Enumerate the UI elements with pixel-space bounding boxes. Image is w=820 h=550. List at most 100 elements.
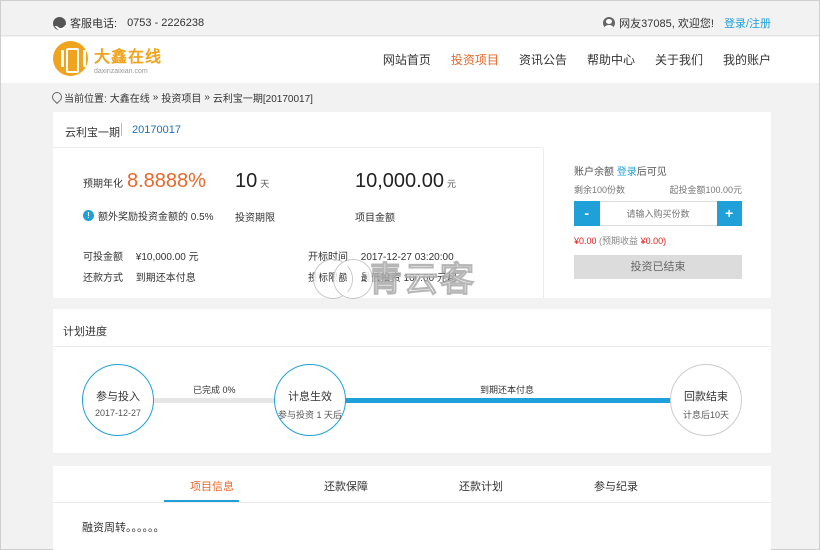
- shares-input[interactable]: [599, 201, 717, 226]
- top-bar: 客服电话: 0753 - 2226238 网友37085, 欢迎您! 登录/注册: [1, 1, 819, 36]
- plan-divider: [53, 346, 771, 347]
- start-value: 2017-12-27 03:20:00: [360, 252, 454, 263]
- step-title: 回款结束: [684, 391, 728, 403]
- step-invest: 参与投入 2017-12-27: [82, 364, 154, 436]
- breadcrumb: 当前位置: 大鑫在线 » 投资项目 » 云利宝一期[20170017]: [52, 90, 316, 105]
- nav-my-account[interactable]: 我的账户: [723, 51, 771, 68]
- login-link[interactable]: 登录: [724, 18, 746, 30]
- main-nav: 网站首页 投资项目 资讯公告 帮助中心 关于我们 我的账户: [363, 51, 771, 68]
- step-subtitle: 参与投资 1 天后: [277, 410, 342, 420]
- invest-ended-button[interactable]: 投资已结束: [574, 255, 742, 279]
- available-label: 可投金额: [83, 252, 123, 263]
- nav-news[interactable]: 资讯公告: [519, 51, 567, 68]
- step-subtitle: 计息后10天: [682, 410, 729, 420]
- breadcrumb-current: 云利宝一期[20170017]: [212, 94, 313, 105]
- remaining-shares: 剩余100份数: [574, 185, 626, 195]
- tab-repay-plan[interactable]: 还款计划: [459, 478, 503, 494]
- project-name: 云利宝一期: [65, 127, 120, 139]
- amount-unit: 元: [446, 179, 456, 189]
- step-interest: 计息生效 参与投资 1 天后: [274, 364, 346, 436]
- quantity-stepper: - +: [574, 201, 742, 226]
- auth-links: 登录/注册: [724, 15, 771, 31]
- hotline-number: 0753 - 2226238: [127, 17, 205, 29]
- tab-project-info[interactable]: 项目信息: [190, 478, 234, 494]
- user-icon: [603, 17, 616, 29]
- limit-value: 最低投资 100.00 元起: [360, 273, 457, 284]
- rate-label: 预期年化: [83, 179, 123, 190]
- phone-icon: [53, 16, 66, 30]
- decrement-button[interactable]: -: [574, 201, 600, 226]
- project-summary-panel: 云利宝一期 20170017 预期年化 8.8888% 10 天 10,000.…: [53, 112, 771, 298]
- progress-percent: 已完成 0%: [193, 385, 236, 395]
- nav-home[interactable]: 网站首页: [383, 51, 431, 68]
- repay-label: 还款方式: [83, 273, 123, 284]
- detail-tabs-panel: 项目信息 还款保障 还款计划 参与纪录 融资周转。。。。。。: [53, 466, 771, 550]
- balance-suffix: 后可见: [636, 167, 667, 178]
- available-row: 可投金额 ¥10,000.00 元: [83, 248, 199, 263]
- tab-bar: 项目信息 还款保障 还款计划 参与纪录: [53, 466, 771, 503]
- plan-title: 计划进度: [63, 326, 107, 338]
- limit-label: 投标限额: [308, 273, 348, 284]
- hotline-label: 客服电话:: [70, 18, 118, 30]
- days-unit: 天: [260, 179, 270, 189]
- step-subtitle: 2017-12-27: [94, 408, 142, 418]
- earn-amount: ¥0.00: [574, 236, 597, 246]
- greeting: 网友37085, 欢迎您!: [619, 18, 714, 30]
- tab-repay-guarantee[interactable]: 还款保障: [324, 478, 368, 494]
- increment-button[interactable]: +: [716, 201, 742, 226]
- minimum-amount: 起投金额100.00元: [669, 185, 742, 195]
- logo-name: 大鑫在线: [94, 48, 163, 66]
- step-title: 参与投入: [96, 391, 140, 403]
- location-pin-icon: [52, 92, 61, 103]
- invest-box: 账户余额 登录后可见 剩余100份数 起投金额100.00元 - + ¥0.00…: [544, 148, 771, 298]
- repay-method-label: 到期还本付息: [480, 385, 535, 395]
- project-title-bar: 云利宝一期 20170017: [53, 112, 543, 148]
- expected-earnings: ¥0.00 (预期收益 ¥0.00): [574, 234, 666, 247]
- info-icon: !: [83, 210, 94, 221]
- repay-value: 到期还本付息: [135, 273, 196, 284]
- bonus-text: 额外奖励投资金额的 0.5%: [98, 212, 214, 223]
- nav-help[interactable]: 帮助中心: [587, 51, 635, 68]
- limit-row: 投标限额 最低投资 100.00 元起: [308, 269, 457, 284]
- breadcrumb-sep: »: [152, 92, 159, 103]
- register-link[interactable]: 注册: [749, 18, 771, 30]
- start-label: 开标时间: [308, 252, 348, 263]
- tab-content: 融资周转。。。。。。: [82, 522, 165, 534]
- site-header: 大鑫在线 daxinzaixian.com 网站首页 投资项目 资讯公告 帮助中…: [1, 37, 819, 83]
- repay-row: 还款方式 到期还本付息: [83, 269, 196, 284]
- balance-line: 账户余额 登录后可见: [574, 163, 667, 178]
- available-value: ¥10,000.00 元: [135, 252, 199, 263]
- logo-domain: daxinzaixian.com: [94, 67, 148, 75]
- breadcrumb-sep: »: [204, 92, 210, 103]
- nav-invest-projects[interactable]: 投资项目: [451, 51, 499, 68]
- hotline: 客服电话: 0753 - 2226238: [53, 15, 204, 31]
- title-divider: [121, 123, 122, 136]
- annual-rate: 预期年化 8.8888%: [83, 170, 206, 193]
- earn-label: (预期收益: [599, 236, 639, 246]
- progress-track-completed: [153, 398, 283, 403]
- balance-login-link[interactable]: 登录: [617, 167, 637, 178]
- breadcrumb-projects[interactable]: 投资项目: [161, 90, 201, 105]
- days-value: 10: [235, 170, 258, 192]
- step-title: 计息生效: [288, 391, 332, 403]
- project-amount: 10,000.00 元: [355, 170, 456, 193]
- active-tab-indicator: [164, 500, 239, 502]
- amount-label: 项目金额: [355, 213, 395, 224]
- balance-label: 账户余额: [574, 167, 614, 178]
- start-row: 开标时间 2017-12-27 03:20:00: [308, 248, 454, 263]
- tab-participation[interactable]: 参与纪录: [594, 478, 638, 494]
- days-label: 投资期限: [235, 213, 275, 224]
- logo-mark-icon: [53, 41, 88, 76]
- project-code: 20170017: [132, 124, 181, 136]
- site-logo[interactable]: 大鑫在线 daxinzaixian.com: [53, 41, 162, 76]
- progress-track-interest: [343, 398, 683, 403]
- earn-value: ¥0.00): [640, 236, 667, 246]
- breadcrumb-home[interactable]: 大鑫在线: [110, 90, 150, 105]
- rate-value: 8.8888%: [127, 170, 206, 192]
- breadcrumb-label: 当前位置:: [64, 94, 107, 105]
- plan-progress-panel: 计划进度 已完成 0% 到期还本付息 参与投入 2017-12-27 计息生效 …: [53, 309, 771, 453]
- nav-about[interactable]: 关于我们: [655, 51, 703, 68]
- bonus-note: ! 额外奖励投资金额的 0.5%: [83, 208, 214, 223]
- step-repayment: 回款结束 计息后10天: [670, 364, 742, 436]
- amount-value: 10,000.00: [355, 170, 444, 192]
